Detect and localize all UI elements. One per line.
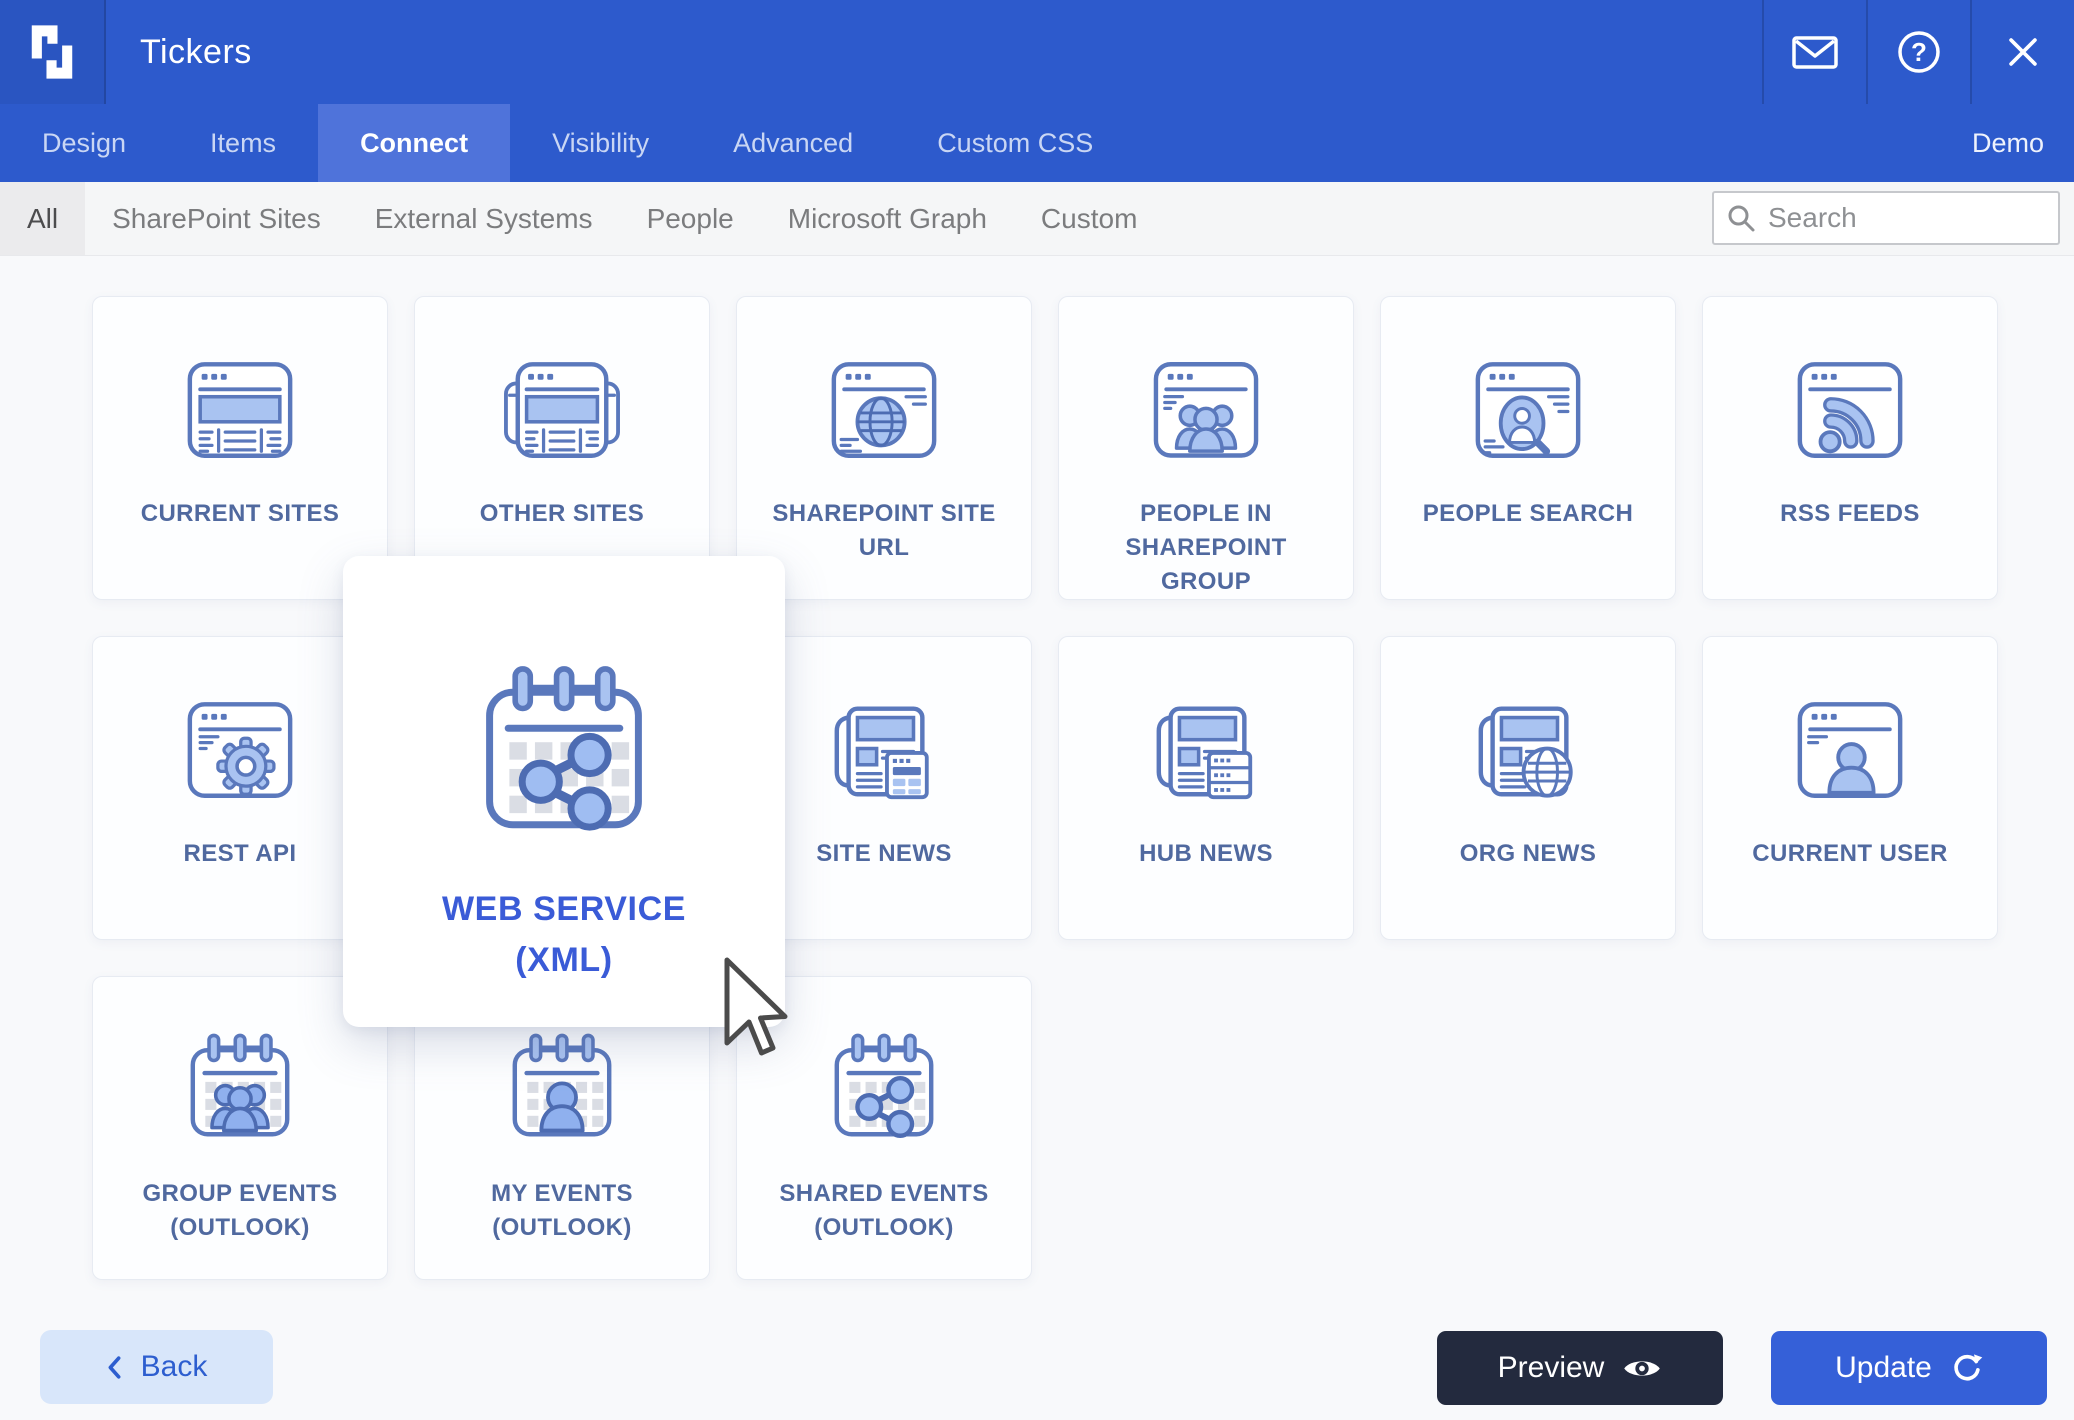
- card-group-events-outlook[interactable]: GROUP EVENTS (OUTLOOK): [92, 976, 388, 1280]
- card-label: OTHER SITES: [479, 500, 645, 527]
- search-input[interactable]: [1766, 201, 2046, 235]
- tab-items[interactable]: Items: [168, 104, 318, 182]
- title-bar: Tickers: [0, 0, 2074, 104]
- newspaper-panel-icon: [825, 691, 943, 809]
- tab-visibility[interactable]: Visibility: [510, 104, 691, 182]
- demo-button[interactable]: Demo: [1972, 104, 2074, 182]
- calendar-share-icon: [471, 662, 657, 848]
- browser-person-search-icon: [1469, 351, 1587, 469]
- newspaper-server-icon: [1147, 691, 1265, 809]
- header-actions: [1762, 0, 2074, 104]
- card-people-in-sharepoint-group[interactable]: PEOPLE IN SHAREPOINT GROUP: [1058, 296, 1354, 600]
- update-button[interactable]: Update: [1771, 1331, 2047, 1405]
- card-web-service-xml[interactable]: WEB SERVICE (XML): [343, 556, 785, 1027]
- close-button[interactable]: [1970, 0, 2074, 104]
- mail-button[interactable]: [1762, 0, 1866, 104]
- tab-advanced[interactable]: Advanced: [691, 104, 895, 182]
- mail-icon: [1791, 32, 1839, 72]
- filter-sharepoint-sites[interactable]: SharePoint Sites: [85, 182, 348, 255]
- filter-custom[interactable]: Custom: [1014, 182, 1164, 255]
- browser-people-icon: [1147, 351, 1265, 469]
- refresh-icon: [1950, 1352, 1983, 1385]
- card-label: ORG NEWS: [1459, 840, 1597, 867]
- card-label: PEOPLE IN SHAREPOINT GROUP: [1125, 499, 1287, 595]
- preview-button[interactable]: Preview: [1437, 1331, 1723, 1405]
- card-other-sites[interactable]: OTHER SITES: [414, 296, 710, 600]
- tab-design[interactable]: Design: [0, 104, 168, 182]
- card-label: CURRENT USER: [1752, 840, 1948, 867]
- filter-bar: All SharePoint Sites External Systems Pe…: [0, 182, 2074, 256]
- tab-connect[interactable]: Connect: [318, 104, 511, 182]
- preview-button-label: Preview: [1497, 1351, 1605, 1384]
- search-icon: [1726, 203, 1756, 233]
- back-button[interactable]: Back: [40, 1330, 273, 1404]
- page-title: Tickers: [140, 32, 252, 71]
- filter-microsoft-graph[interactable]: Microsoft Graph: [761, 182, 1014, 255]
- filter-people[interactable]: People: [620, 182, 761, 255]
- calendar-share-icon: [825, 1031, 943, 1149]
- browser-gear-icon: [181, 691, 299, 809]
- card-label: HUB NEWS: [1139, 840, 1273, 867]
- filter-list: All SharePoint Sites External Systems Pe…: [0, 182, 1164, 255]
- card-label: MY EVENTS (OUTLOOK): [491, 1180, 633, 1242]
- card-label: REST API: [183, 840, 297, 867]
- card-label: GROUP EVENTS (OUTLOOK): [142, 1180, 338, 1242]
- browser-news-icon: [181, 351, 299, 469]
- filter-external-systems[interactable]: External Systems: [348, 182, 620, 255]
- chevron-left-icon: [106, 1354, 123, 1381]
- logo-icon: [29, 23, 75, 81]
- search-box[interactable]: [1712, 191, 2060, 245]
- help-button[interactable]: [1866, 0, 1970, 104]
- close-icon: [2001, 30, 2045, 74]
- card-label: PEOPLE SEARCH: [1422, 500, 1634, 527]
- card-label: SHARED EVENTS (OUTLOOK): [779, 1180, 989, 1242]
- browser-rss-icon: [1791, 351, 1909, 469]
- card-hub-news[interactable]: HUB NEWS: [1058, 636, 1354, 940]
- card-current-user[interactable]: CURRENT USER: [1702, 636, 1998, 940]
- card-label: SHAREPOINT SITE URL: [772, 500, 996, 562]
- filter-all[interactable]: All: [0, 182, 86, 255]
- card-label: CURRENT SITES: [140, 500, 340, 527]
- card-people-search[interactable]: PEOPLE SEARCH: [1380, 296, 1676, 600]
- newspaper-globe-icon: [1469, 691, 1587, 809]
- calendar-person-icon: [503, 1031, 621, 1149]
- card-rss-feeds[interactable]: RSS FEEDS: [1702, 296, 1998, 600]
- tab-bar: Design Items Connect Visibility Advanced…: [0, 104, 2074, 182]
- card-label: RSS FEEDS: [1780, 500, 1920, 527]
- app-logo: [0, 0, 106, 104]
- tab-custom-css[interactable]: Custom CSS: [895, 104, 1135, 182]
- card-current-sites[interactable]: CURRENT SITES: [92, 296, 388, 600]
- card-label: SITE NEWS: [816, 840, 952, 867]
- eye-icon: [1622, 1355, 1662, 1382]
- browser-user-icon: [1791, 691, 1909, 809]
- help-icon: [1895, 28, 1943, 76]
- calendar-people-icon: [181, 1031, 299, 1149]
- card-label: WEB SERVICE (XML): [441, 890, 687, 979]
- browser-globe-icon: [825, 351, 943, 469]
- card-sharepoint-site-url[interactable]: SHAREPOINT SITE URL: [736, 296, 1032, 600]
- browser-stack-icon: [503, 351, 621, 469]
- back-button-label: Back: [140, 1350, 208, 1383]
- tab-list: Design Items Connect Visibility Advanced…: [0, 104, 1135, 182]
- card-org-news[interactable]: ORG NEWS: [1380, 636, 1676, 940]
- update-button-label: Update: [1835, 1351, 1932, 1384]
